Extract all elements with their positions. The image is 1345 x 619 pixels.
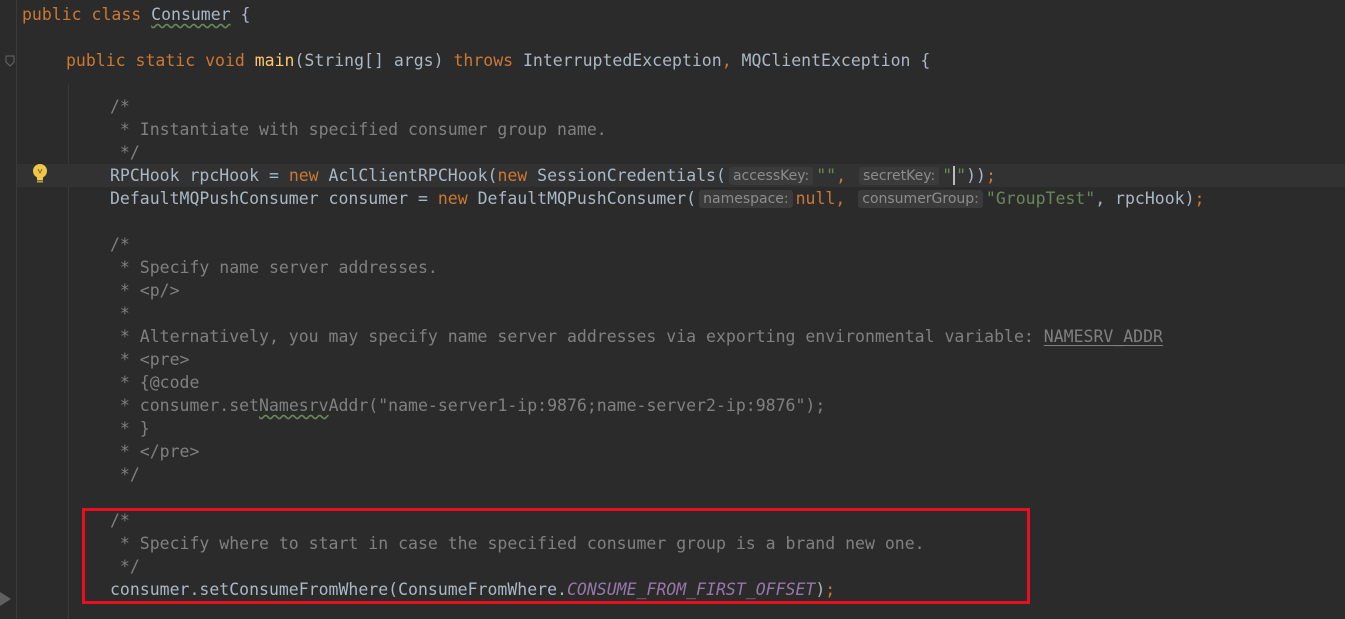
comment-line: * Specify name server addresses. — [110, 258, 438, 277]
gutter-arrow-icon — [0, 592, 11, 606]
comment-line: * } — [110, 419, 150, 438]
comment-line: * </pre> — [110, 442, 200, 461]
code-line[interactable]: public class Consumer { — [22, 3, 251, 26]
fold-marker-icon[interactable] — [5, 55, 15, 67]
parameter-hint: consumerGroup: — [858, 190, 983, 208]
code-editor[interactable]: public class Consumer { public static vo… — [0, 0, 1345, 619]
comment-line: /* — [110, 235, 130, 254]
text-cursor — [953, 166, 956, 185]
comment-line: * Instantiate with specified consumer gr… — [110, 120, 607, 139]
comment-line: * — [110, 304, 130, 323]
comment-line: * Alternatively, you may specify name se… — [110, 327, 1163, 346]
comment-line: */ — [110, 465, 140, 484]
parameter-hint: secretKey: — [858, 167, 940, 185]
comment-line: * consumer.setNamesrvAddr("name-server1-… — [110, 396, 826, 415]
code-line[interactable]: DefaultMQPushConsumer consumer = new Def… — [110, 187, 1204, 210]
comment-line: * {@code — [110, 373, 200, 392]
editor-gutter[interactable] — [0, 0, 17, 619]
code-line[interactable]: RPCHook rpcHook = new AclClientRPCHook(n… — [110, 164, 996, 187]
comment-line: * <pre> — [110, 350, 190, 369]
parameter-hint: accessKey: — [728, 167, 814, 185]
code-line[interactable]: public static void main(String[] args) t… — [66, 49, 930, 72]
parameter-hint: namespace: — [699, 190, 793, 208]
method-name: main — [254, 51, 295, 70]
highlight-annotation-box — [82, 508, 1030, 604]
comment-line: /* — [110, 97, 130, 116]
lightbulb-icon[interactable] — [30, 162, 50, 186]
env-variable: NAMESRV_ADDR — [1043, 327, 1163, 346]
class-name: Consumer — [151, 5, 231, 24]
comment-line: * <p/> — [110, 281, 180, 300]
comment-line: */ — [110, 143, 140, 162]
